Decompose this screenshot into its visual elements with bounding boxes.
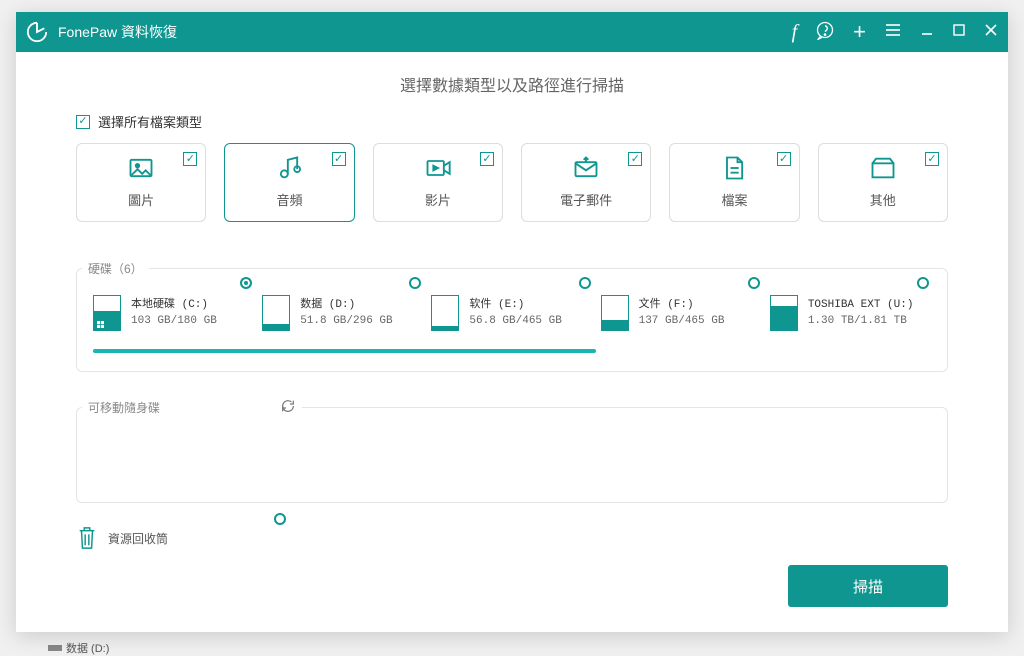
drive-name: TOSHIBA EXT (U:) bbox=[808, 297, 914, 314]
select-all-label: 選擇所有檔案類型 bbox=[98, 112, 202, 131]
drives-section-label: 硬碟（6） bbox=[82, 260, 149, 277]
drive-option[interactable]: 文件 (F:)137 GB/465 GB bbox=[601, 295, 762, 331]
drive-icon bbox=[93, 295, 121, 331]
file-type-audio[interactable]: ✓ 音頻 bbox=[224, 143, 354, 222]
drive-icon bbox=[431, 295, 459, 331]
drive-option[interactable]: TOSHIBA EXT (U:)1.30 TB/1.81 TB bbox=[770, 295, 931, 331]
drive-size: 56.8 GB/465 GB bbox=[469, 313, 561, 330]
document-icon bbox=[720, 154, 748, 182]
removable-section-label: 可移動隨身碟 bbox=[88, 399, 160, 416]
trash-icon bbox=[76, 525, 98, 551]
select-all-checkbox[interactable]: ✓ 選擇所有檔案類型 bbox=[76, 112, 948, 131]
drive-info: 本地硬碟 (C:)103 GB/180 GB bbox=[131, 297, 217, 330]
recycle-bin-label: 資源回收筒 bbox=[108, 530, 168, 547]
file-type-document[interactable]: ✓ 檔案 bbox=[669, 143, 799, 222]
drive-info: 软件 (E:)56.8 GB/465 GB bbox=[469, 297, 561, 330]
image-icon bbox=[127, 154, 155, 182]
checkmark-icon: ✓ bbox=[925, 152, 939, 166]
app-logo-icon bbox=[26, 21, 48, 43]
drive-size: 103 GB/180 GB bbox=[131, 313, 217, 330]
audio-icon bbox=[275, 154, 303, 182]
file-type-label: 電子郵件 bbox=[560, 190, 612, 209]
checkmark-icon: ✓ bbox=[628, 152, 642, 166]
drive-icon bbox=[262, 295, 290, 331]
checkmark-icon: ✓ bbox=[777, 152, 791, 166]
checkmark-icon: ✓ bbox=[183, 152, 197, 166]
drive-name: 文件 (F:) bbox=[639, 297, 725, 314]
drive-size: 1.30 TB/1.81 TB bbox=[808, 313, 914, 330]
video-icon bbox=[424, 154, 452, 182]
file-type-video[interactable]: ✓ 影片 bbox=[373, 143, 503, 222]
file-type-label: 影片 bbox=[425, 190, 451, 209]
radio-icon bbox=[748, 277, 760, 289]
drive-icon bbox=[770, 295, 798, 331]
drive-option[interactable]: 软件 (E:)56.8 GB/465 GB bbox=[431, 295, 592, 331]
drives-panel: 本地硬碟 (C:)103 GB/180 GB 数据 (D:)51.8 GB/296… bbox=[76, 268, 948, 372]
drive-name: 本地硬碟 (C:) bbox=[131, 297, 217, 314]
file-type-other[interactable]: ✓ 其他 bbox=[818, 143, 948, 222]
titlebar: FonePaw 資料恢復 f + bbox=[16, 12, 1008, 52]
page-heading: 選擇數據類型以及路徑進行掃描 bbox=[76, 72, 948, 96]
close-button[interactable] bbox=[984, 23, 998, 42]
drive-size: 51.8 GB/296 GB bbox=[300, 313, 392, 330]
menu-icon[interactable] bbox=[884, 21, 902, 44]
file-type-image[interactable]: ✓ 圖片 bbox=[76, 143, 206, 222]
email-icon bbox=[572, 154, 600, 182]
radio-icon bbox=[579, 277, 591, 289]
app-window: FonePaw 資料恢復 f + 選擇數據類型以及路徑進行掃描 ✓ bbox=[16, 12, 1008, 632]
feedback-icon[interactable] bbox=[815, 20, 835, 45]
radio-icon bbox=[917, 277, 929, 289]
drives-list: 本地硬碟 (C:)103 GB/180 GB 数据 (D:)51.8 GB/296… bbox=[93, 295, 931, 331]
drive-size: 137 GB/465 GB bbox=[639, 313, 725, 330]
refresh-icon[interactable] bbox=[280, 398, 296, 417]
file-type-grid: ✓ 圖片 ✓ 音頻 ✓ 影片 ✓ 電子郵件 ✓ 檔案 ✓ 其他 bbox=[76, 143, 948, 222]
scan-button[interactable]: 掃描 bbox=[788, 565, 948, 607]
checkmark-icon: ✓ bbox=[480, 152, 494, 166]
add-icon[interactable]: + bbox=[853, 21, 866, 43]
recycle-bin-option[interactable]: 資源回收筒 bbox=[76, 525, 276, 551]
drive-icon bbox=[601, 295, 629, 331]
drive-option[interactable]: 数据 (D:)51.8 GB/296 GB bbox=[262, 295, 423, 331]
drive-name: 数据 (D:) bbox=[300, 297, 392, 314]
drive-info: 数据 (D:)51.8 GB/296 GB bbox=[300, 297, 392, 330]
file-type-label: 其他 bbox=[870, 190, 896, 209]
file-type-label: 音頻 bbox=[276, 190, 302, 209]
main-content: 選擇數據類型以及路徑進行掃描 ✓ 選擇所有檔案類型 ✓ 圖片 ✓ 音頻 ✓ 影片 ✓ 電子郵件… bbox=[16, 52, 1008, 632]
checkmark-icon: ✓ bbox=[332, 152, 346, 166]
drives-scrollbar[interactable] bbox=[93, 349, 596, 353]
radio-icon bbox=[274, 513, 286, 525]
maximize-button[interactable] bbox=[952, 23, 966, 42]
minimize-button[interactable] bbox=[920, 23, 934, 42]
removable-panel bbox=[76, 407, 948, 503]
radio-icon bbox=[240, 277, 252, 289]
file-type-email[interactable]: ✓ 電子郵件 bbox=[521, 143, 651, 222]
drive-info: TOSHIBA EXT (U:)1.30 TB/1.81 TB bbox=[808, 297, 914, 330]
file-type-label: 圖片 bbox=[128, 190, 154, 209]
checkmark-icon: ✓ bbox=[76, 115, 90, 129]
facebook-icon[interactable]: f bbox=[792, 21, 798, 44]
other-icon bbox=[869, 154, 897, 182]
file-type-label: 檔案 bbox=[721, 190, 747, 209]
drive-name: 软件 (E:) bbox=[469, 297, 561, 314]
drive-info: 文件 (F:)137 GB/465 GB bbox=[639, 297, 725, 330]
app-title: FonePaw 資料恢復 bbox=[58, 22, 177, 42]
radio-icon bbox=[409, 277, 421, 289]
drive-option[interactable]: 本地硬碟 (C:)103 GB/180 GB bbox=[93, 295, 254, 331]
